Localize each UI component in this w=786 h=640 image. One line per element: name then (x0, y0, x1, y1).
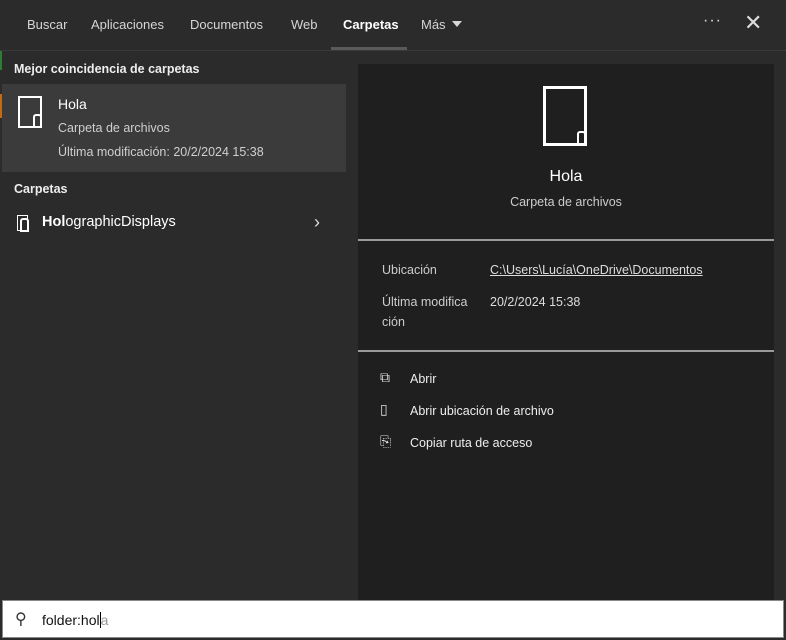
open-icon: ⧉ (380, 369, 390, 385)
action-label: Copiar ruta de acceso (410, 436, 533, 450)
best-match-header: Mejor coincidencia de carpetas (14, 62, 200, 76)
open-location-action[interactable]: ▯ Abrir ubicación de archivo (380, 401, 760, 423)
best-match-type: Carpeta de archivos (58, 121, 170, 135)
match-highlight: Hol (42, 214, 66, 230)
modified-value: 20/2/2024 15:38 (490, 295, 581, 309)
copy-path-icon: ⎘ (380, 433, 392, 449)
close-icon[interactable]: ✕ (744, 10, 762, 36)
folders-header: Carpetas (14, 182, 68, 196)
search-input[interactable]: ⚲ folder:hola (2, 600, 784, 638)
tab-web[interactable]: Web (291, 17, 318, 32)
search-icon: ⚲ (15, 611, 27, 628)
best-match-item[interactable]: Hola Carpeta de archivos Última modifica… (2, 84, 346, 172)
open-location-icon: ▯ (380, 401, 388, 417)
tab-bar: Buscar Aplicaciones Documentos Web Carpe… (0, 0, 786, 51)
open-action[interactable]: ⧉ Abrir (380, 369, 760, 391)
divider (358, 239, 774, 241)
name-rest: ographicDisplays (65, 214, 176, 230)
preview-title: Hola (549, 168, 583, 185)
location-link[interactable]: C:\Users\Lucía\OneDrive\Documentos (490, 263, 703, 277)
results-panel: Mejor coincidencia de carpetas Hola Carp… (2, 52, 346, 600)
active-tab-indicator (331, 47, 407, 50)
action-label: Abrir ubicación de archivo (410, 404, 554, 418)
copy-path-action[interactable]: ⎘ Copiar ruta de acceso (380, 433, 760, 455)
tab-buscar[interactable]: Buscar (27, 17, 67, 32)
chevron-right-icon[interactable]: › (314, 212, 320, 233)
modified-label: Última modifica ción (382, 292, 467, 332)
folder-large-icon (543, 86, 587, 146)
location-label: Ubicación (382, 263, 437, 277)
modified-label-line1: Última modifica (382, 295, 468, 309)
modified-label-line2: ción (382, 315, 405, 329)
preview-type: Carpeta de archivos (510, 195, 622, 209)
tab-documentos[interactable]: Documentos (190, 17, 263, 32)
folder-icon (17, 215, 29, 232)
panel-divider (346, 52, 358, 600)
tab-mas-label: Más (421, 17, 446, 32)
search-query[interactable]: folder:hola (42, 612, 108, 628)
best-match-modified: Última modificación: 20/2/2024 15:38 (58, 145, 264, 159)
action-label: Abrir (410, 372, 437, 386)
divider (358, 350, 774, 352)
caret-down-icon (451, 21, 462, 27)
best-match-title: Hola (58, 96, 87, 112)
typed-text: folder:hol (42, 612, 100, 628)
tab-aplicaciones[interactable]: Aplicaciones (91, 17, 164, 32)
folder-icon (18, 96, 42, 128)
more-options-icon[interactable]: ··· (703, 12, 722, 30)
tab-mas[interactable]: Más (421, 17, 462, 32)
preview-panel: Hola Carpeta de archivos Ubicación C:\Us… (358, 64, 774, 600)
folder-result-name: HolographicDisplays (42, 214, 176, 230)
autocomplete-suggestion: a (100, 612, 109, 628)
tab-carpetas[interactable]: Carpetas (343, 17, 399, 32)
folder-result-item[interactable]: HolographicDisplays › (2, 208, 346, 238)
